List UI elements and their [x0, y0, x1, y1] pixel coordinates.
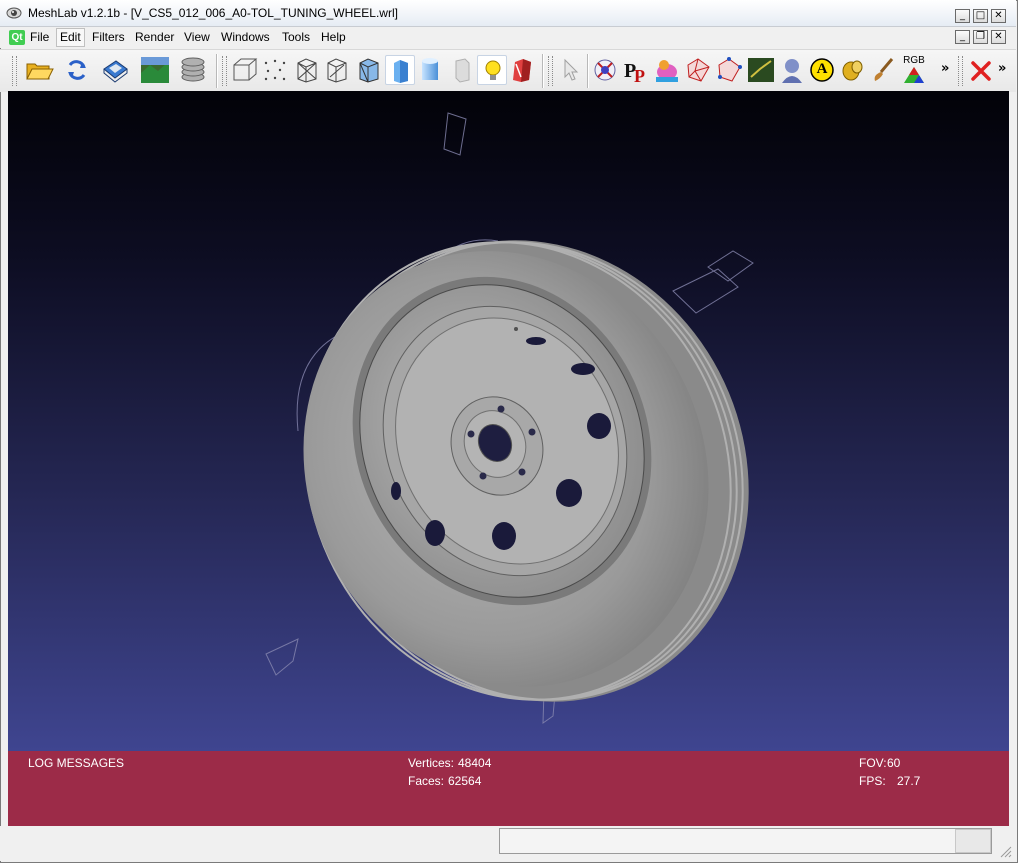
toolbar-separator [587, 54, 589, 88]
wheel-model [265, 112, 754, 724]
hidden-lines-icon[interactable] [322, 55, 352, 85]
faces-value: 62564 [448, 774, 482, 788]
toolbar-overflow-button-2[interactable]: » [998, 61, 1006, 76]
menu-filters[interactable]: Filters [92, 30, 125, 44]
flat-shading-icon[interactable] [385, 55, 415, 85]
resize-grip-icon[interactable] [998, 844, 1012, 858]
toolbar-grip[interactable] [958, 56, 963, 86]
menu-render[interactable]: Render [135, 30, 174, 44]
fps-label: FPS: [859, 774, 886, 788]
close-red-x-icon[interactable] [966, 55, 996, 85]
vertices-value: 48404 [458, 756, 492, 770]
painting-icon[interactable] [652, 55, 682, 85]
points-icon[interactable] [260, 55, 290, 85]
3d-viewport[interactable] [8, 91, 1009, 751]
menu-help[interactable]: Help [321, 30, 346, 44]
shader-icon[interactable] [838, 55, 868, 85]
vertices-label: Vertices: [408, 756, 455, 770]
select-pointer-icon[interactable] [555, 55, 585, 85]
measure-icon[interactable] [590, 55, 620, 85]
pickpoints-icon[interactable]: PP [621, 55, 651, 85]
toolbar-grip[interactable] [12, 56, 17, 86]
fancy-lighting-icon[interactable] [507, 55, 537, 85]
brush-icon[interactable] [868, 55, 898, 85]
reference-icon[interactable] [777, 55, 807, 85]
fov-label: FOV: [859, 756, 887, 770]
status-progress-box [955, 829, 991, 853]
close-button[interactable]: ✕ [991, 9, 1006, 23]
save-icon[interactable] [100, 55, 130, 85]
toolbar-grip[interactable] [222, 56, 227, 86]
menu-tools[interactable]: Tools [282, 30, 310, 44]
svg-text:P: P [634, 66, 645, 85]
title-bar[interactable]: MeshLab v1.2.1b - [V_CS5_012_006_A0-TOL_… [0, 0, 1016, 27]
bounding-box-icon[interactable] [230, 55, 260, 85]
meshlab-eye-icon [6, 7, 22, 19]
toolbar-separator [216, 54, 218, 88]
toolbar-separator [542, 54, 544, 88]
annotate-label: A [816, 61, 828, 77]
rgb-color-icon[interactable]: RGB [899, 55, 929, 85]
light-bulb-icon[interactable] [477, 55, 507, 85]
minimize-button[interactable]: _ [955, 9, 970, 23]
open-folder-icon[interactable] [24, 55, 54, 85]
menu-edit[interactable]: Edit [56, 28, 85, 47]
align-icon[interactable] [746, 55, 776, 85]
fov-value: 60 [887, 756, 901, 770]
fps-value: 27.7 [897, 774, 921, 788]
layers-icon[interactable] [178, 55, 208, 85]
menu-windows[interactable]: Windows [221, 30, 270, 44]
log-messages-title: LOG MESSAGES [28, 756, 125, 770]
window-title: MeshLab v1.2.1b - [V_CS5_012_006_A0-TOL_… [28, 6, 398, 20]
faces-label: Faces: [408, 774, 445, 788]
select-faces-icon[interactable] [683, 55, 713, 85]
wireframe-icon[interactable] [292, 55, 322, 85]
menu-view[interactable]: View [184, 30, 210, 44]
annotate-icon[interactable]: A [807, 55, 837, 85]
toolbar-overflow-button[interactable]: » [941, 61, 949, 76]
reload-icon[interactable] [62, 55, 92, 85]
menu-file[interactable]: File [30, 30, 49, 44]
toolbar-grip[interactable] [548, 56, 553, 86]
mdi-restore-button[interactable]: ❐ [973, 30, 988, 44]
mdi-minimize-button[interactable]: _ [955, 30, 970, 44]
texture-icon[interactable] [447, 55, 477, 85]
smooth-shading-icon[interactable] [415, 55, 445, 85]
snapshot-icon[interactable] [140, 55, 170, 85]
info-panel: LOG MESSAGES Vertices: 48404 Faces: 6256… [8, 751, 1009, 826]
maximize-button[interactable]: □ [973, 9, 988, 23]
mdi-close-button[interactable]: ✕ [991, 30, 1006, 44]
select-vertices-icon[interactable] [714, 55, 744, 85]
status-message-field [499, 828, 992, 854]
qt-logo: Qt [9, 30, 25, 45]
flat-lines-icon[interactable] [354, 55, 384, 85]
